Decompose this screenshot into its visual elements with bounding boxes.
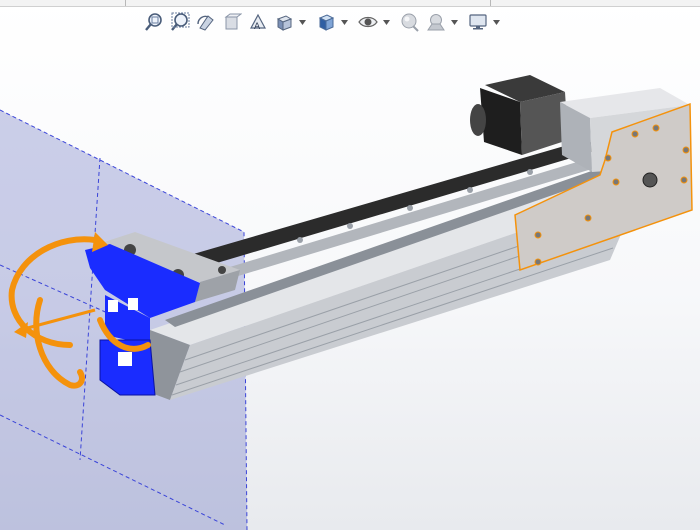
chevron-down-icon xyxy=(298,19,306,25)
chevron-down-icon xyxy=(450,19,458,25)
previous-view-icon xyxy=(197,15,214,31)
graphics-area[interactable]: A xyxy=(0,0,700,530)
end-plate-bearing xyxy=(642,172,658,188)
dynamic-annotation-views-button[interactable]: A xyxy=(246,10,270,34)
display-style-menu[interactable] xyxy=(340,12,348,32)
hide-show-items-menu[interactable] xyxy=(382,12,390,32)
dynamic-annotation-icon: A xyxy=(249,13,267,32)
apply-scene-button[interactable] xyxy=(424,10,448,34)
view-settings-monitor-icon xyxy=(469,14,487,30)
chevron-down-icon xyxy=(340,19,348,25)
carriage-screw xyxy=(218,266,226,274)
cad-model-scene[interactable] xyxy=(0,0,700,530)
section-view-icon xyxy=(224,13,242,30)
view-orientation-button[interactable] xyxy=(272,10,296,34)
hide-show-eye-icon xyxy=(358,16,378,28)
view-settings-menu[interactable] xyxy=(492,12,500,32)
view-orientation-icon xyxy=(276,15,293,31)
display-style-icon xyxy=(318,14,335,31)
svg-text:A: A xyxy=(254,22,261,32)
extrusion-profile-slot xyxy=(128,298,138,310)
previous-view-button[interactable] xyxy=(194,10,218,34)
heads-up-view-toolbar: A xyxy=(142,9,500,35)
view-settings-button[interactable] xyxy=(466,10,490,34)
view-orientation-menu[interactable] xyxy=(298,12,306,32)
display-style-button[interactable] xyxy=(314,10,338,34)
apply-scene-icon xyxy=(427,14,445,31)
apply-scene-menu[interactable] xyxy=(450,12,458,32)
zoom-to-area-icon xyxy=(171,12,190,31)
edit-appearance-button[interactable] xyxy=(398,10,422,34)
chevron-down-icon xyxy=(382,19,390,25)
chevron-down-icon xyxy=(492,19,500,25)
stepper-motor-side xyxy=(520,92,568,155)
extrusion-profile-slot xyxy=(108,300,118,312)
zoom-to-fit-icon xyxy=(145,13,162,31)
zoom-to-fit-button[interactable] xyxy=(142,10,166,34)
zoom-to-area-button[interactable] xyxy=(168,10,192,34)
section-view-button[interactable] xyxy=(220,10,244,34)
extrusion-profile-slot xyxy=(118,352,132,366)
stepper-motor-flange xyxy=(470,104,486,136)
hide-show-items-button[interactable] xyxy=(356,10,380,34)
edit-appearance-icon xyxy=(401,13,419,32)
